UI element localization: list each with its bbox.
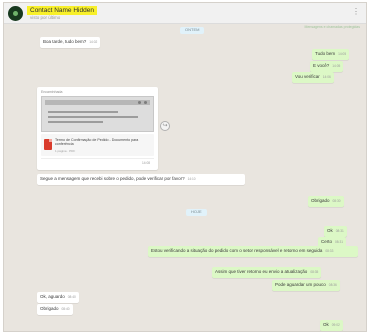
message-text: E você? <box>313 63 330 68</box>
message-time: 08:31 <box>335 240 343 244</box>
message-out[interactable]: Estou verificando a situação do pedido c… <box>148 246 358 257</box>
message-text: Certo <box>321 239 333 244</box>
message-time: 08:40 <box>67 295 76 299</box>
message-out[interactable]: Ok 09:02 <box>320 320 343 331</box>
message-out[interactable]: Tudo bem 14:05 <box>312 49 350 60</box>
contact-avatar[interactable] <box>8 6 23 21</box>
message-time: 09:02 <box>331 323 340 327</box>
chat-header: Contact Name Hidden visto por último ⋮ <box>4 3 366 24</box>
message-out[interactable]: Ok 08:31 <box>324 226 347 237</box>
preview-line <box>48 121 103 123</box>
document-meta: 1 página · PDF <box>55 149 76 153</box>
day-chip: HOJE <box>186 209 207 216</box>
pdf-attachment[interactable]: Termo de Confirmação de Pedido - Documen… <box>41 134 154 156</box>
message-text: Ok, aguardo <box>40 294 65 299</box>
message-text: Segue a mensagem que recebi sobre o pedi… <box>40 176 185 181</box>
message-time: 08:31 <box>335 229 344 233</box>
message-time: 08:35 <box>310 270 319 274</box>
message-in[interactable]: Ok, aguardo 08:40 <box>37 292 79 303</box>
message-text: Vou verificar <box>295 74 320 79</box>
message-time: 14:08 <box>142 161 150 165</box>
day-chip: ONTEM <box>180 27 205 34</box>
message-text: Pode aguardar um pouco <box>275 282 326 287</box>
menu-icon[interactable]: ⋮ <box>352 8 360 16</box>
message-time: 14:02 <box>89 40 98 44</box>
message-text: Ok <box>323 322 329 327</box>
preview-dot <box>144 101 147 104</box>
message-time: 08:40 <box>61 307 70 311</box>
message-text: Obrigado <box>311 198 330 203</box>
encryption-note: Mensagens e chamadas protegidas <box>304 25 360 29</box>
message-in[interactable]: Obrigado 08:40 <box>37 304 73 315</box>
message-out[interactable]: Assim que tiver retorno eu envio a atual… <box>212 267 322 278</box>
message-text: Ok <box>327 228 333 233</box>
preview-line <box>48 111 118 113</box>
message-time: 08:30 <box>332 199 341 203</box>
forward-icon[interactable]: ↪ <box>160 121 170 131</box>
card-footer: 14:08 <box>41 158 154 167</box>
message-in[interactable]: Segue a mensagem que recebi sobre o pedi… <box>37 174 245 185</box>
screenshot-preview[interactable] <box>41 96 154 132</box>
preview-dot <box>138 101 141 104</box>
contact-name[interactable]: Contact Name Hidden <box>27 6 97 15</box>
message-in[interactable]: Boa tarde, tudo bem? 14:02 <box>40 37 101 48</box>
contact-status: visto por último <box>30 15 61 20</box>
message-text: Estou verificando a situação do pedido c… <box>151 248 323 253</box>
shared-document-card[interactable]: Encaminhada Termo de Confirmação de Pedi… <box>37 87 158 170</box>
message-time: 08:33 <box>325 249 334 253</box>
message-out[interactable]: Vou verificar 14:06 <box>292 72 334 83</box>
message-time: 14:10 <box>187 177 196 181</box>
message-out[interactable]: Pode aguardar um pouco 08:36 <box>272 280 340 291</box>
message-out[interactable]: Obrigado 08:30 <box>308 196 344 207</box>
pdf-icon <box>44 139 52 150</box>
message-text: Assim que tiver retorno eu envio a atual… <box>215 269 308 274</box>
message-time: 14:05 <box>338 52 347 56</box>
message-text: Boa tarde, tudo bem? <box>43 39 87 44</box>
preview-line <box>48 116 138 118</box>
message-time: 08:36 <box>328 283 337 287</box>
message-time: 14:05 <box>332 64 341 68</box>
chat-window: Contact Name Hidden visto por último ⋮ M… <box>3 2 367 332</box>
forwarded-label: Encaminhada <box>41 90 63 94</box>
message-out[interactable]: E você? 14:05 <box>310 61 344 72</box>
message-text: Tudo bem <box>315 51 336 56</box>
message-text: Obrigado <box>40 306 59 311</box>
preview-toolbar <box>45 100 150 105</box>
message-time: 14:06 <box>322 75 331 79</box>
document-title: Termo de Confirmação de Pedido - Documen… <box>55 138 139 147</box>
